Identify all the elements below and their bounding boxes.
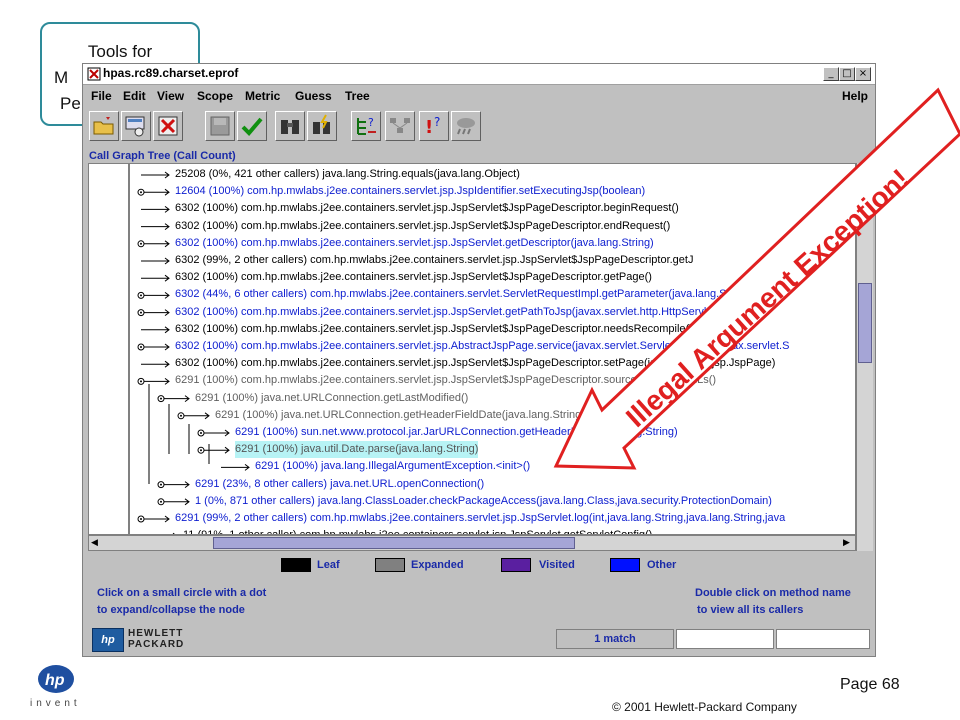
annotation-arrow-shape [553,87,960,470]
annotation-overlay [553,87,960,470]
copyright-text: © 2001 Hewlett-Packard Company [612,700,797,714]
page-number: Page 68 [840,676,900,693]
logo-tagline: invent [30,698,81,709]
hp-corporate-logo-icon: hp [34,664,78,694]
svg-text:hp: hp [45,672,65,689]
